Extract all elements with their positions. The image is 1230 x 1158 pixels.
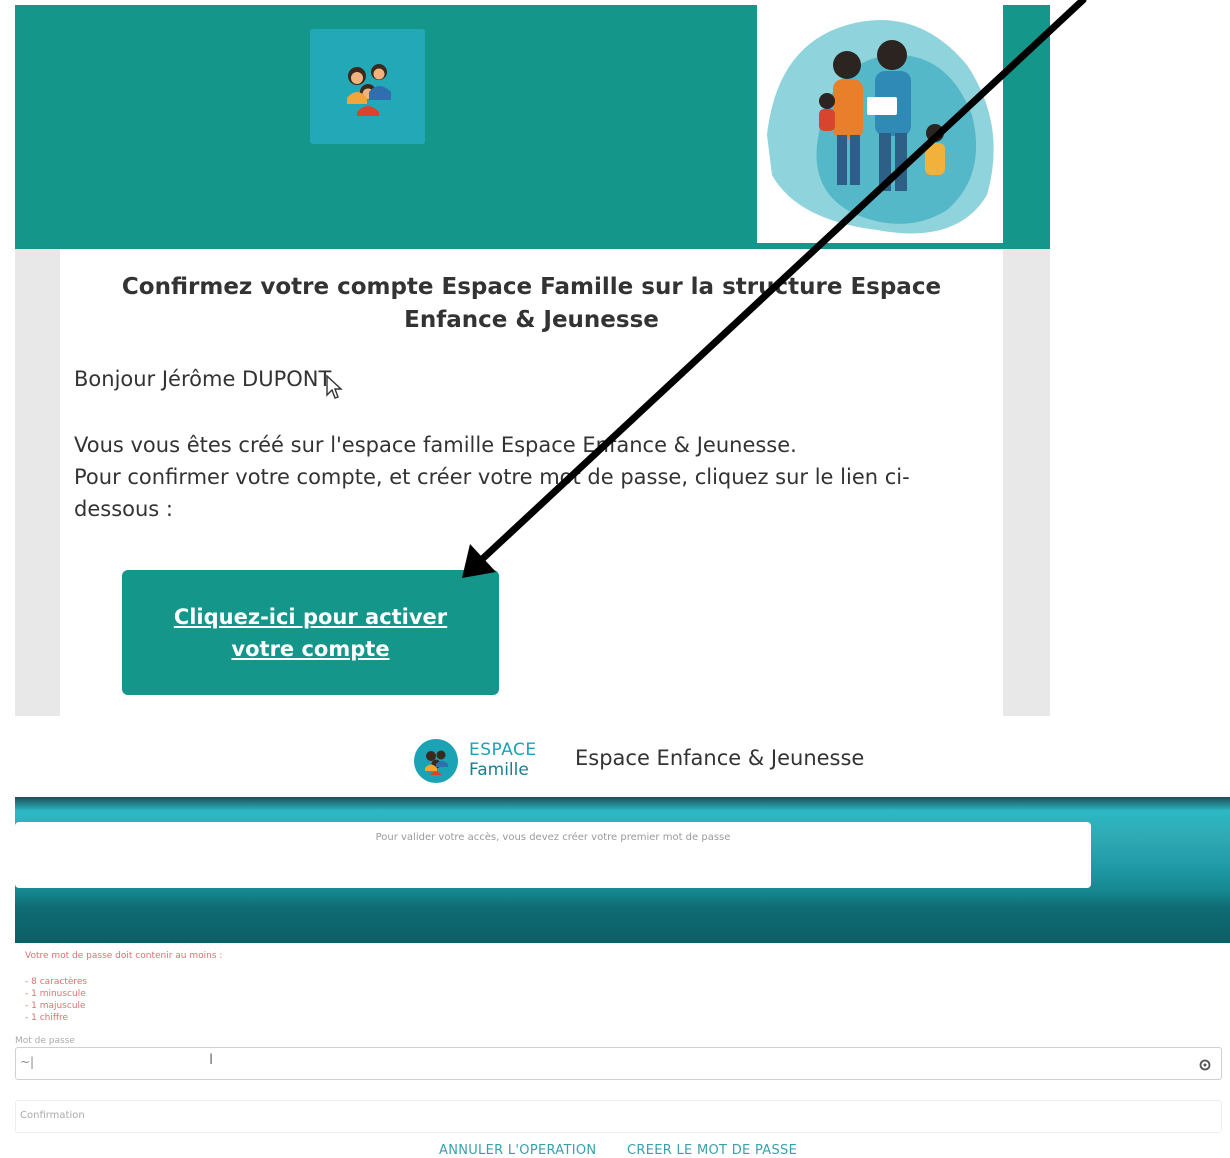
password-value: ~| (20, 1055, 35, 1069)
requirements-title: Votre mot de passe doit contenir au moin… (25, 951, 223, 961)
greeting: Bonjour Jérôme DUPONT (74, 367, 344, 405)
family-logo-icon (414, 739, 458, 783)
notice-text: Pour valider votre accès, vous devez cré… (375, 832, 731, 843)
brand-espace: ESPACE (469, 740, 537, 760)
structure-name: Espace Enfance & Jeunesse (575, 746, 865, 770)
brand-famille: Famille (469, 760, 529, 780)
cursor-icon (325, 374, 344, 405)
email-title: Confirmez votre compte Espace Famille su… (121, 274, 942, 333)
password-input[interactable]: ~| I (15, 1047, 1222, 1080)
message-line-2: Pour confirmer votre compte, et créer vo… (74, 465, 910, 521)
message-line-1: Vous vous êtes créé sur l'espace famille… (74, 433, 797, 457)
requirement-item: - 1 chiffre (25, 1013, 69, 1023)
create-password-button[interactable]: CREER LE MOT DE PASSE (627, 1143, 797, 1158)
text-cursor-icon: I (209, 1052, 214, 1068)
activate-link-line-1[interactable]: Cliquez-ici pour activer (174, 601, 447, 633)
activate-account-button[interactable]: Cliquez-ici pour activer votre compte (122, 570, 499, 695)
email-header (15, 5, 1050, 249)
family-illustration (757, 5, 1003, 243)
activate-link-line-2[interactable]: votre compte (174, 633, 447, 665)
requirement-item: - 8 caractères (25, 977, 88, 987)
email-message: Vous vous êtes créé sur l'espace famille… (74, 429, 994, 525)
cancel-button[interactable]: ANNULER L'OPERATION (439, 1143, 596, 1158)
notice-box: Pour valider votre accès, vous devez cré… (15, 822, 1091, 888)
email-preview: Confirmez votre compte Espace Famille su… (15, 5, 1050, 716)
family-logo-icon (310, 29, 425, 144)
password-label: Mot de passe (15, 1036, 75, 1046)
requirement-item: - 1 minuscule (25, 989, 86, 999)
requirement-item: - 1 majuscule (25, 1001, 86, 1011)
greeting-text: Bonjour Jérôme DUPONT (74, 367, 332, 391)
eye-icon[interactable] (1198, 1057, 1212, 1076)
confirmation-placeholder: Confirmation (20, 1110, 85, 1121)
hero-banner: Pour valider votre accès, vous devez cré… (15, 797, 1230, 943)
app-header: ESPACE Famille Espace Enfance & Jeunesse (0, 722, 1230, 797)
confirmation-input[interactable]: Confirmation (15, 1100, 1222, 1133)
email-body: Confirmez votre compte Espace Famille su… (60, 249, 1003, 716)
